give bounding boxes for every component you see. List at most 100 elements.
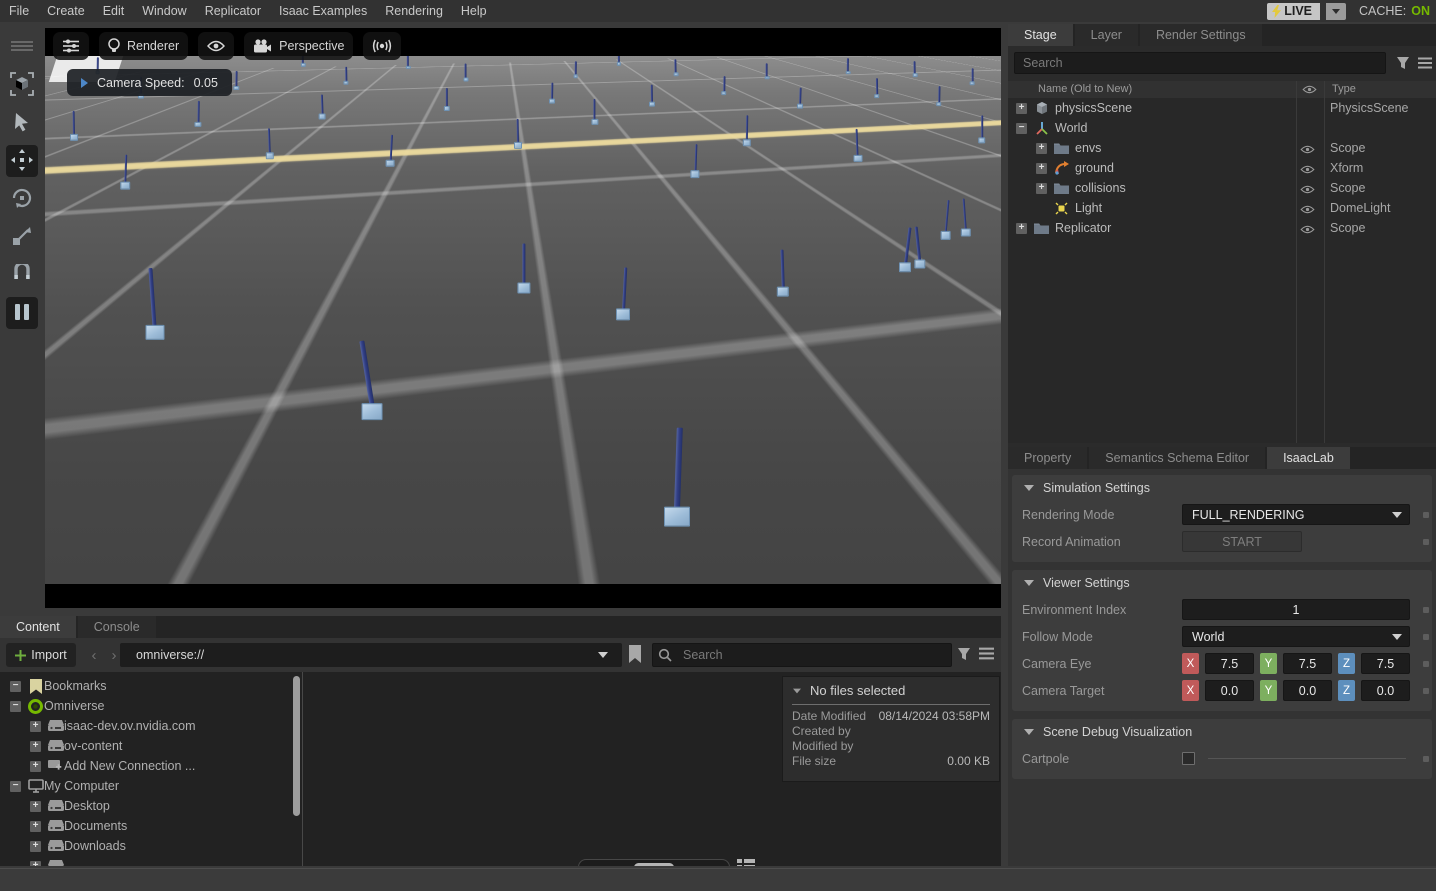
record-start-button[interactable]: START (1182, 531, 1302, 552)
stage-search-input[interactable] (1014, 52, 1386, 74)
property-indicator[interactable] (1423, 688, 1429, 694)
visibility-eye-icon[interactable] (1300, 203, 1315, 217)
expand-plus-icon[interactable]: + (1036, 183, 1047, 194)
visibility-menu-button[interactable] (198, 32, 234, 60)
menu-item-edit[interactable]: Edit (94, 0, 134, 22)
live-button[interactable]: LIVE (1267, 3, 1320, 20)
renderer-menu-button[interactable]: Renderer (99, 32, 188, 60)
tab-content[interactable]: Content (0, 616, 76, 638)
tab-console[interactable]: Console (78, 616, 156, 638)
move-tool-button[interactable] (6, 145, 38, 177)
tree-item-add-new-connection[interactable]: +Add New Connection ... (0, 756, 290, 776)
panel-handle-button[interactable] (6, 31, 38, 63)
tree-item-downloads[interactable]: +Downloads (0, 836, 290, 856)
tab-semantics-schema-editor[interactable]: Semantics Schema Editor (1089, 447, 1265, 469)
viewport-settings-button[interactable] (53, 32, 89, 60)
property-indicator[interactable] (1423, 512, 1429, 518)
stage-row-collisions[interactable]: +collisionsScope (1008, 178, 1436, 198)
tree-item-desktop[interactable]: +Desktop (0, 796, 290, 816)
pause-button[interactable] (6, 297, 38, 329)
tree-item-omniverse[interactable]: −Omniverse (0, 696, 290, 716)
camera-target-x-field[interactable]: 0.0 (1205, 680, 1254, 701)
frame-selection-button[interactable] (6, 69, 38, 101)
menu-item-rendering[interactable]: Rendering (376, 0, 452, 22)
bookmark-icon[interactable] (628, 645, 642, 663)
expand-plus-icon[interactable]: + (1016, 223, 1027, 234)
camera-eye-z-field[interactable]: 7.5 (1361, 653, 1410, 674)
menu-item-window[interactable]: Window (133, 0, 195, 22)
collapse-minus-icon[interactable]: − (10, 701, 21, 712)
tree-scrollbar[interactable] (293, 676, 300, 816)
expand-plus-icon[interactable]: + (30, 841, 41, 852)
property-indicator[interactable] (1423, 634, 1429, 640)
tree-item-documents[interactable]: +Documents (0, 816, 290, 836)
stage-row-physicsscene[interactable]: +physicsScenePhysicsScene (1008, 98, 1436, 118)
content-search-input[interactable] (652, 643, 952, 667)
chevron-down-icon[interactable] (598, 652, 608, 658)
camera-eye-x-field[interactable]: 7.5 (1205, 653, 1254, 674)
stage-row-replicator[interactable]: +ReplicatorScope (1008, 218, 1436, 238)
expand-plus-icon[interactable]: + (30, 801, 41, 812)
cartpole-checkbox[interactable] (1182, 752, 1195, 765)
path-field[interactable]: omniverse:// (120, 643, 622, 667)
visibility-eye-icon[interactable] (1300, 163, 1315, 177)
viewport[interactable]: Renderer Perspective (45, 28, 1001, 608)
property-indicator[interactable] (1423, 607, 1429, 613)
filter-icon[interactable] (957, 647, 971, 661)
live-dropdown-button[interactable] (1326, 3, 1346, 20)
tree-item-my-computer[interactable]: −My Computer (0, 776, 290, 796)
property-indicator[interactable] (1423, 661, 1429, 667)
column-type-header[interactable]: Type (1332, 83, 1356, 95)
expand-plus-icon[interactable]: + (30, 721, 41, 732)
tab-isaaclab[interactable]: IsaacLab (1267, 447, 1350, 469)
expand-plus-icon[interactable]: + (30, 761, 41, 772)
expand-plus-icon[interactable]: + (30, 741, 41, 752)
tab-property[interactable]: Property (1008, 447, 1087, 469)
collapse-minus-icon[interactable]: − (10, 681, 21, 692)
details-header[interactable]: No files selected (792, 683, 990, 698)
grid-view-icon[interactable] (737, 859, 755, 866)
scene-debug-header[interactable]: Scene Debug Visualization (1012, 719, 1432, 745)
menu-item-isaac-examples[interactable]: Isaac Examples (270, 0, 376, 22)
visibility-eye-icon[interactable] (1300, 223, 1315, 237)
stage-row-light[interactable]: LightDomeLight (1008, 198, 1436, 218)
tree-item-bookmarks[interactable]: −Bookmarks (0, 676, 290, 696)
options-menu-icon[interactable] (1418, 57, 1432, 69)
import-button[interactable]: Import (6, 643, 76, 667)
menu-item-help[interactable]: Help (452, 0, 496, 22)
visibility-eye-icon[interactable] (1300, 143, 1315, 157)
rendering-mode-dropdown[interactable]: FULL_RENDERING (1182, 504, 1410, 525)
tree-item-ov-content[interactable]: +ov-content (0, 736, 290, 756)
slider-handle[interactable] (634, 863, 674, 866)
expand-plus-icon[interactable]: + (30, 821, 41, 832)
viewer-settings-header[interactable]: Viewer Settings (1012, 570, 1432, 596)
tree-item-isaac-dev-ov-nvidia-com[interactable]: +isaac-dev.ov.nvidia.com (0, 716, 290, 736)
expand-plus-icon[interactable]: + (1016, 103, 1027, 114)
collapse-minus-icon[interactable]: − (10, 781, 21, 792)
visibility-eye-icon[interactable] (1300, 183, 1315, 197)
property-indicator[interactable] (1423, 539, 1429, 545)
follow-mode-dropdown[interactable]: World (1182, 626, 1410, 647)
simulation-settings-header[interactable]: Simulation Settings (1012, 475, 1432, 501)
expand-plus-icon[interactable]: + (1036, 143, 1047, 154)
tree-item-item[interactable]: + (0, 856, 290, 866)
property-indicator[interactable] (1423, 756, 1429, 762)
thumbnail-size-slider[interactable] (578, 859, 730, 866)
tab-layer[interactable]: Layer (1075, 24, 1138, 46)
stage-row-ground[interactable]: +groundXform (1008, 158, 1436, 178)
select-cursor-button[interactable] (6, 107, 38, 139)
menu-item-file[interactable]: File (0, 0, 38, 22)
collapse-minus-icon[interactable]: − (1016, 123, 1027, 134)
menu-item-replicator[interactable]: Replicator (196, 0, 270, 22)
rotate-tool-button[interactable] (6, 183, 38, 215)
column-name-header[interactable]: Name (Old to New) (1038, 83, 1132, 95)
camera-menu-button[interactable]: Perspective (244, 32, 353, 60)
filter-icon[interactable] (1396, 56, 1410, 70)
scale-tool-button[interactable] (6, 221, 38, 253)
camera-target-y-field[interactable]: 0.0 (1283, 680, 1332, 701)
tab-stage[interactable]: Stage (1008, 24, 1073, 46)
camera-target-z-field[interactable]: 0.0 (1361, 680, 1410, 701)
menu-item-create[interactable]: Create (38, 0, 94, 22)
capture-button[interactable] (363, 32, 401, 60)
tab-render-settings[interactable]: Render Settings (1140, 24, 1262, 46)
